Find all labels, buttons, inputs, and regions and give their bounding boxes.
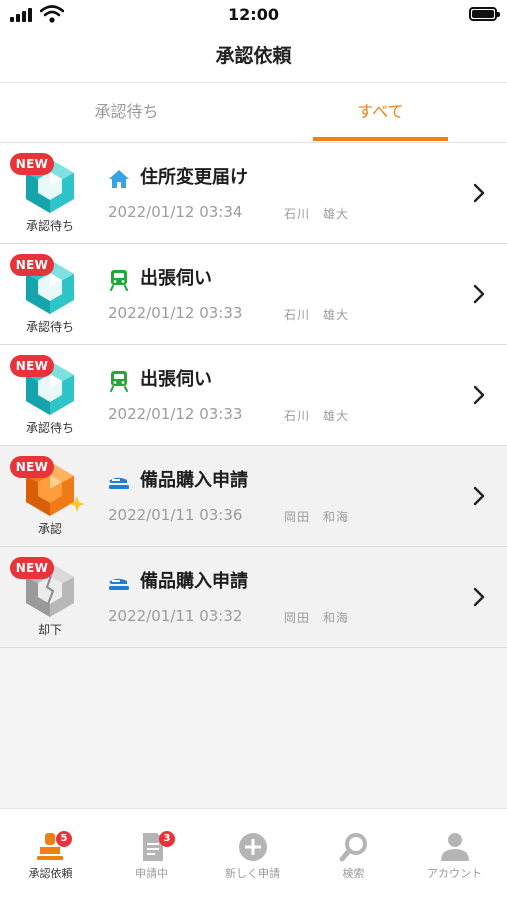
status-icon: NEW 承認待ち (10, 355, 90, 437)
requester-name: 石川 雄大 (284, 308, 350, 322)
request-title: 住所変更届け (140, 167, 248, 188)
requester-name: 岡田 和海 (284, 510, 350, 524)
request-title: 備品購入申請 (140, 571, 248, 592)
clock: 12:00 (228, 5, 279, 24)
status-icon: NEW 却下 (10, 557, 90, 639)
chevron-right-icon (473, 385, 485, 405)
plus-circle-icon (239, 833, 267, 861)
count-badge: 3 (159, 831, 175, 847)
status-icon: NEW 承認待ち (10, 254, 90, 336)
nav-new-request[interactable]: 新しく申請 (202, 809, 303, 900)
page-title: 承認依頼 (215, 45, 292, 67)
status-bar: 12:00 (0, 0, 507, 28)
request-datetime: 2022/01/12 03:34 (108, 203, 243, 221)
request-row[interactable]: NEW 却下 備品購入申請 2022/01/11 03:32 岡田 和海 (0, 547, 507, 648)
nav-label: 承認依頼 (28, 867, 73, 880)
count-badge: 5 (56, 831, 72, 847)
status-label: 承認待ち (25, 421, 74, 435)
new-badge: NEW (10, 557, 54, 579)
active-tab-indicator (313, 137, 448, 141)
request-row[interactable]: NEW 承認待ち 住所変更届け 2022/01/12 03:34 石川 雄大 (0, 143, 507, 244)
chevron-right-icon (473, 284, 485, 304)
tab-pending[interactable]: 承認待ち (0, 83, 253, 143)
requester-name: 岡田 和海 (284, 611, 350, 625)
status-icon: NEW 承認 (10, 456, 90, 538)
status-icon: NEW 承認待ち (10, 153, 90, 235)
request-datetime: 2022/01/12 03:33 (108, 304, 243, 322)
tab-bar: 承認待ち すべて (0, 83, 507, 143)
status-label: 承認待ち (25, 320, 74, 334)
train-icon (110, 270, 128, 291)
requester-name: 石川 雄大 (284, 409, 350, 423)
nav-label: 新しく申請 (225, 867, 280, 880)
request-datetime: 2022/01/11 03:36 (108, 506, 243, 524)
request-datetime: 2022/01/11 03:32 (108, 607, 243, 625)
train-icon (110, 371, 128, 392)
new-badge: NEW (10, 153, 54, 175)
nav-account[interactable]: アカウント (404, 809, 505, 900)
nav-label: アカウント (427, 867, 482, 880)
request-list: NEW 承認待ち 住所変更届け 2022/01/12 03:34 石川 雄大 N… (0, 143, 507, 648)
request-title: 出張伺い (140, 369, 212, 390)
requester-name: 石川 雄大 (284, 207, 350, 221)
nav-in-progress[interactable]: 3 申請中 (101, 809, 202, 900)
account-icon (441, 833, 469, 861)
bottom-navigation: 5 承認依頼 3 申請中 新しく申請 検索 アカウント (0, 808, 507, 900)
request-row[interactable]: NEW 承認待ち 出張伺い 2022/01/12 03:33 石川 雄大 (0, 345, 507, 446)
new-badge: NEW (10, 355, 54, 377)
tab-all[interactable]: すべて (254, 83, 507, 143)
status-label: 却下 (37, 623, 62, 637)
battery-icon (469, 7, 500, 21)
status-label: 承認待ち (25, 219, 74, 233)
new-badge: NEW (10, 456, 54, 478)
house-icon (109, 170, 129, 188)
request-row[interactable]: NEW 承認待ち 出張伺い 2022/01/12 03:33 石川 雄大 (0, 244, 507, 345)
header: 承認依頼 (0, 28, 507, 83)
search-icon (339, 833, 367, 862)
nav-search[interactable]: 検索 (303, 809, 404, 900)
status-label: 承認 (37, 522, 62, 536)
chevron-right-icon (473, 587, 485, 607)
request-row[interactable]: NEW 承認 備品購入申請 2022/01/11 03:36 岡田 和海 (0, 446, 507, 547)
chevron-right-icon (473, 486, 485, 506)
nav-label: 申請中 (135, 867, 168, 880)
request-title: 備品購入申請 (140, 470, 248, 491)
request-datetime: 2022/01/12 03:33 (108, 405, 243, 423)
nav-approval-requests[interactable]: 5 承認依頼 (0, 809, 101, 900)
stapler-icon (109, 477, 129, 489)
stapler-icon (109, 578, 129, 590)
chevron-right-icon (473, 183, 485, 203)
new-badge: NEW (10, 254, 54, 276)
nav-label: 検索 (342, 867, 365, 880)
request-title: 出張伺い (140, 268, 212, 289)
